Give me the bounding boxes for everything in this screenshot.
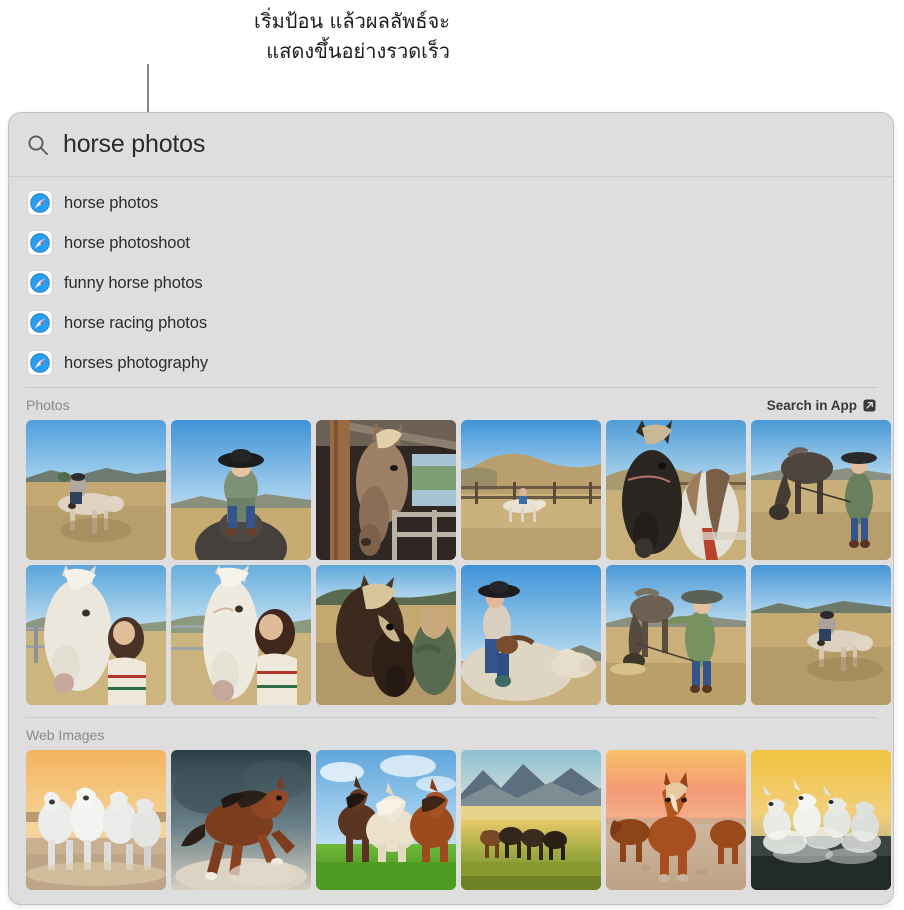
photo-thumbnail[interactable] [606,420,746,560]
suggestion-label: funny horse photos [64,273,203,292]
callout-text: เริ่มป้อน แล้วผลลัพธ์จะ แสดงขึ้นอย่างรวด… [254,9,450,63]
safari-icon [27,230,53,256]
herd-mountains-image [461,750,601,890]
girl-dark-horse-image [606,420,746,560]
horses-green-grass-image [316,750,456,890]
white-horses-splash-image [751,750,891,890]
external-link-icon [863,399,876,411]
photo-thumbnail[interactable] [171,420,311,560]
rider-hat-front-image [171,420,311,560]
horse-barn-image [316,420,456,560]
safari-icon [27,270,53,296]
photo-thumbnail[interactable] [751,420,891,560]
web-images-grid [9,750,893,890]
photo-thumbnail[interactable] [606,565,746,705]
suggestion-row[interactable]: horse photoshoot [9,223,893,263]
photo-thumbnail[interactable] [26,565,166,705]
screenshot-root: เริ่มป้อน แล้วผลลัพธ์จะ แสดงขึ้นอย่างรวด… [0,0,904,910]
search-in-app-button[interactable]: Search in App [767,398,876,413]
white-herd-water-image [26,750,166,890]
web-image-thumbnail[interactable] [171,750,311,890]
rider-fence-hill-image [461,420,601,560]
search-in-app-label: Search in App [766,397,857,413]
suggestion-label: horse photoshoot [64,233,190,252]
web-image-thumbnail[interactable] [751,750,891,890]
photo-thumbnail[interactable] [316,420,456,560]
girl-white-horse-b-image [171,565,311,705]
safari-icon [27,350,53,376]
suggestion-row[interactable]: funny horse photos [9,263,893,303]
web-images-section-header: Web Images [9,718,893,750]
search-input-value[interactable]: horse photos [63,130,205,159]
suggestion-label: horse racing photos [64,313,208,332]
suggestion-label: horses photography [64,353,209,372]
search-field[interactable]: horse photos [9,113,893,177]
girl-white-horse-a-image [26,565,166,705]
photo-thumbnail[interactable] [26,420,166,560]
rider-side-pale-image [461,565,601,705]
photo-thumbnail[interactable] [751,565,891,705]
web-images-section-title: Web Images [26,727,105,743]
photo-thumbnail[interactable] [171,565,311,705]
safari-icon [27,310,53,336]
suggestion-list: horse photos horse photoshoot funny hors… [9,177,893,387]
search-icon [28,134,48,155]
suggestion-row[interactable]: horses photography [9,343,893,383]
photos-grid-row-2 [9,565,893,705]
suggestion-row[interactable]: horse photos [9,183,893,223]
web-image-thumbnail[interactable] [316,750,456,890]
search-suggestions-popover: horse photos horse photos horse photosho… [8,112,894,905]
photo-thumbnail[interactable] [461,565,601,705]
photos-section-header: Photos Search in App [9,388,893,420]
web-image-thumbnail[interactable] [606,750,746,890]
web-image-thumbnail[interactable] [461,750,601,890]
brown-horse-girl-image [316,565,456,705]
girl-lead-horse-image [751,420,891,560]
photo-thumbnail[interactable] [461,420,601,560]
suggestion-label: horse photos [64,193,159,212]
photo-thumbnail[interactable] [316,565,456,705]
web-image-thumbnail[interactable] [26,750,166,890]
photos-section-title: Photos [26,397,70,413]
rider-pale-field-image [26,420,166,560]
safari-icon [27,190,53,216]
girl-pet-horse-image [606,565,746,705]
suggestion-row[interactable]: horse racing photos [9,303,893,343]
rider-open-field-image [751,565,891,705]
horses-beach-sunset-image [606,750,746,890]
photos-grid-row-1 [9,420,893,560]
brown-gallop-dust-image [171,750,311,890]
